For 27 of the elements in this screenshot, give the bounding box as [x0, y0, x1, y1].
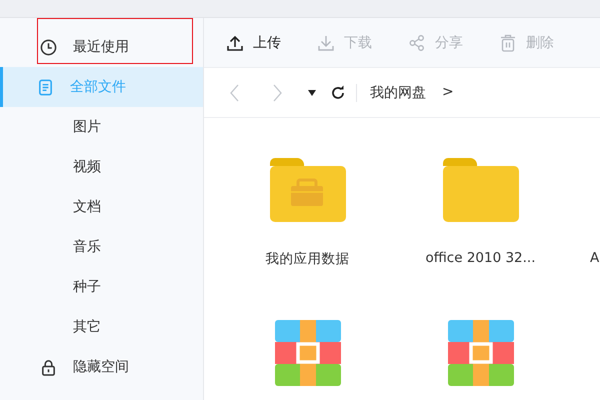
- clock-icon: [40, 38, 57, 56]
- file-name[interactable]: office 2010 32...: [425, 250, 536, 266]
- sidebar-item[interactable]: 其它: [0, 307, 203, 347]
- refresh-icon[interactable]: [330, 84, 346, 100]
- breadcrumb-item[interactable]: >: [442, 84, 454, 102]
- archive-icon: [448, 320, 514, 386]
- document-icon: [37, 78, 54, 96]
- sidebar-item[interactable]: 隐藏空间: [0, 347, 203, 387]
- sidebar-item[interactable]: 文档: [0, 187, 203, 227]
- sidebar-item[interactable]: 视频: [0, 147, 203, 187]
- download-icon: [317, 34, 335, 52]
- archive-icon: [274, 320, 340, 386]
- folder-icon: [442, 158, 518, 222]
- toolbox-folder-icon: [270, 158, 346, 222]
- toolbar-button[interactable]: 上传: [226, 34, 281, 52]
- trash-icon: [499, 34, 517, 52]
- lock-icon: [40, 358, 57, 376]
- sidebar-item[interactable]: 最近使用: [0, 27, 203, 67]
- dropdown-caret-icon[interactable]: [308, 90, 316, 96]
- file-name[interactable]: A: [590, 250, 600, 266]
- file-name[interactable]: 我的应用数据: [266, 250, 350, 268]
- sidebar-item[interactable]: 图片: [0, 107, 203, 147]
- breadcrumb-item[interactable]: 我的网盘: [370, 84, 426, 102]
- upload-icon: [226, 34, 244, 52]
- share-icon: [408, 34, 426, 52]
- sidebar-item[interactable]: 音乐: [0, 227, 203, 267]
- sidebar-item[interactable]: 种子: [0, 267, 203, 307]
